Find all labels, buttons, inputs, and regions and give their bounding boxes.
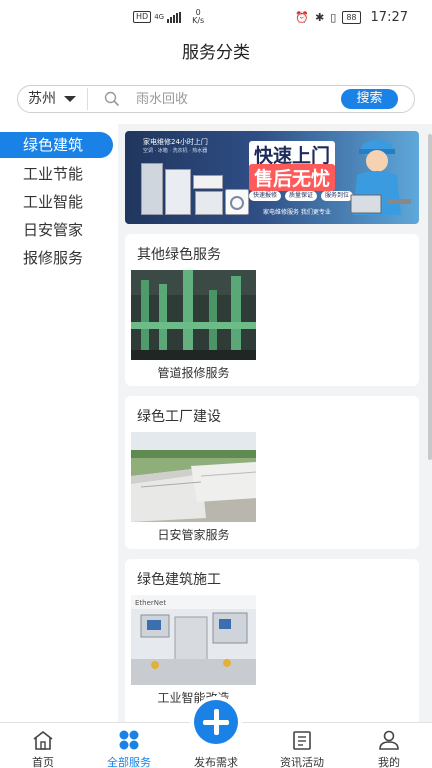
section-title: 其他绿色服务 [137,247,221,263]
service-section-card: 其他绿色服务 管道报修服务 [125,234,419,386]
status-right: ⏰ ✱ ▯ 88 17:27 [295,10,408,25]
fridge-image [141,163,163,215]
pipe-repair-image[interactable] [131,270,256,360]
city-selector[interactable]: 苏州 [28,86,56,112]
header: 服务分类 [0,34,432,74]
user-icon [379,730,399,750]
tab-label: 发布需求 [194,756,238,768]
vibrate-icon: ▯ [330,11,337,24]
sidebar-item-rian-butler[interactable]: 日安管家 [0,217,113,243]
news-icon [293,731,311,750]
network-type: 4G [154,12,165,21]
content-area: 家电维修24小时上门 空调 · 冰箱 · 洗衣机 · 热水器 快速上门 售后无忧… [118,124,432,722]
category-sidebar: 绿色建筑 工业节能 工业智能 日安管家 报修服务 [0,124,118,722]
factory-containers-image[interactable] [131,432,256,522]
tab-label: 全部服务 [107,756,151,768]
search-button[interactable]: 搜索 [341,89,398,109]
sidebar-item-industrial-energy[interactable]: 工业节能 [0,161,113,187]
search-row: 苏州 搜索 [0,74,432,124]
tab-all-services[interactable]: 全部服务 [86,723,172,768]
home-icon [33,730,53,750]
fridge-image [165,169,191,215]
scrollbar[interactable] [428,134,432,460]
sidebar-item-repair[interactable]: 报修服务 [0,245,113,271]
sidebar-item-industrial-smart[interactable]: 工业智能 [0,189,113,215]
banner-title-line2: 售后无忧 [249,164,336,191]
washer-image [225,189,249,215]
promo-banner[interactable]: 家电维修24小时上门 空调 · 冰箱 · 洗衣机 · 热水器 快速上门 售后无忧… [125,131,419,224]
grid-icon [119,730,139,750]
search-icon [104,91,120,107]
clock: 17:27 [370,10,408,25]
tab-label: 资讯活动 [280,756,324,768]
service-section-card: 绿色建筑施工 EtherNet 工业智能改造 [125,559,419,722]
tab-label: 首页 [32,756,54,768]
banner-badge: 快速报修 [249,191,282,201]
page-title: 服务分类 [182,43,250,63]
status-left: HD 4G 0 K/s [133,9,204,25]
publish-button[interactable] [190,696,242,748]
banner-badge: 质量保证 [285,191,318,201]
battery-icon: 88 [342,11,361,24]
hd-indicator: HD [133,11,152,23]
bluetooth-icon: ✱ [315,11,325,24]
tab-home[interactable]: 首页 [0,723,86,768]
worker-illustration [350,140,411,215]
photo-label: EtherNet [135,599,166,607]
smart-industry-image[interactable]: EtherNet [131,595,256,685]
service-item-label[interactable]: 工业智能改造 [131,689,256,706]
plus-icon [194,700,238,744]
alarm-icon: ⏰ [295,11,310,24]
service-item-label[interactable]: 日安管家服务 [131,526,256,543]
status-bar: HD 4G 0 K/s ⏰ ✱ ▯ 88 17:27 [0,0,432,34]
tab-mine[interactable]: 我的 [346,723,432,768]
tab-news[interactable]: 资讯活动 [259,723,345,768]
search-box: 苏州 搜索 [17,85,415,113]
chevron-down-icon[interactable] [64,96,76,102]
net-speed: 0 K/s [192,8,205,25]
banner-tag: 家电维修24小时上门 [143,138,208,146]
signal-icon [167,11,182,23]
microwave-image [195,191,223,215]
banner-footer: 家电维修服务 我们更专业 [263,209,331,216]
sidebar-item-green-building[interactable]: 绿色建筑 [0,132,113,158]
tab-label: 我的 [378,756,400,768]
ac-image [193,175,223,189]
search-input[interactable] [136,89,326,109]
section-title: 绿色工厂建设 [137,409,221,425]
service-item-label[interactable]: 管道报修服务 [131,364,256,381]
service-section-card: 绿色工厂建设 日安管家服务 [125,396,419,549]
divider [87,88,88,110]
banner-sub: 空调 · 冰箱 · 洗衣机 · 热水器 [143,148,208,154]
section-title: 绿色建筑施工 [137,572,221,588]
